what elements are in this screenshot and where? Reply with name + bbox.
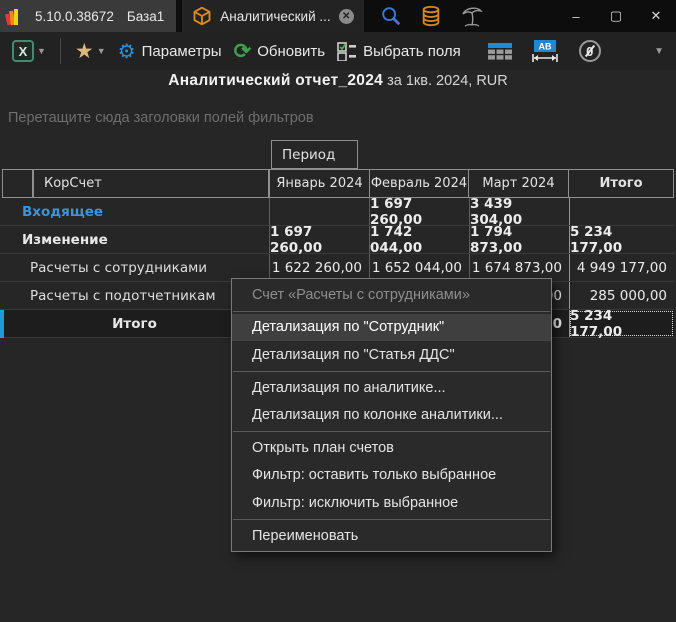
table-cell[interactable]: 5 234 177,00 [569, 226, 674, 253]
toolbar-overflow-caret-icon[interactable]: ▼ [654, 46, 670, 57]
context-menu-item[interactable]: Фильтр: исключить выбранное [232, 489, 551, 517]
maximize-button[interactable]: ▢ [596, 0, 636, 32]
table-cell[interactable]: 285 000,00 [569, 282, 674, 309]
database-name[interactable]: База1 [127, 9, 164, 24]
toolbar-separator [60, 38, 61, 64]
close-button[interactable]: ✕ [636, 0, 676, 32]
selected-row-indicator [0, 310, 4, 338]
parameters-button[interactable]: ⚙ Параметры [112, 36, 228, 66]
vacation-umbrella-icon[interactable] [460, 4, 484, 28]
excel-icon: X [12, 40, 34, 62]
table-cell[interactable]: 1 794 873,00 [469, 226, 569, 253]
row-label[interactable]: Расчеты с сотрудниками [0, 254, 269, 281]
gear-icon: ⚙ [118, 39, 136, 64]
row-label[interactable]: Изменение [0, 226, 269, 253]
table-cell[interactable]: 5 234 177,00 [569, 310, 674, 337]
context-menu-item[interactable]: Детализация по "Статья ДДС" [232, 341, 551, 369]
document-tab[interactable]: Аналитический ... ✕ [182, 0, 363, 32]
context-menu-item[interactable]: Фильтр: оставить только выбранное [232, 462, 551, 490]
column-header[interactable]: Январь 2024 [269, 169, 370, 198]
menu-separator [233, 431, 550, 432]
tab-close-icon[interactable]: ✕ [339, 9, 354, 24]
titlebar: 5.10.0.38672 База1 Аналитический ... ✕ [0, 0, 676, 32]
menu-separator [233, 371, 550, 372]
chevron-down-icon[interactable]: ▼ [97, 46, 106, 56]
column-width-button[interactable]: AB [525, 36, 565, 66]
svg-text:AB: AB [538, 42, 551, 52]
search-icon[interactable] [380, 5, 402, 27]
table-cell[interactable]: 1 674 873,00 [469, 254, 569, 281]
select-fields-button[interactable]: Выбрать поля [331, 36, 467, 66]
cube-icon [192, 6, 212, 26]
context-menu-item[interactable]: Детализация по колонке аналитики... [232, 401, 551, 429]
table-cell[interactable]: 1 742 044,00 [369, 226, 469, 253]
table-cell[interactable] [569, 198, 674, 225]
column-header[interactable]: Март 2024 [468, 169, 569, 198]
row-label[interactable]: Итого [0, 310, 269, 337]
refresh-button[interactable]: ⟳ Обновить [228, 36, 332, 66]
menu-separator [233, 519, 550, 520]
table-cell[interactable]: 1 622 260,00 [269, 254, 369, 281]
period-field-button[interactable]: Период [271, 140, 358, 169]
report-title-period: за 1кв. 2024, RUR [383, 73, 508, 89]
app-version-segment: 5.10.0.38672 База1 [0, 0, 176, 32]
context-menu-item[interactable]: Открыть план счетов [232, 434, 551, 462]
report-title-main: Аналитический отчет_2024 [168, 72, 383, 89]
app-logo-icon [4, 5, 26, 27]
filter-drop-zone[interactable]: Перетащите сюда заголовки полей фильтров [8, 110, 314, 126]
table-cell[interactable]: 1 697 260,00 [269, 226, 369, 253]
chevron-down-icon[interactable]: ▼ [37, 46, 46, 56]
column-width-icon: AB [531, 39, 559, 63]
context-menu-item[interactable]: Детализация по аналитике... [232, 374, 551, 402]
hide-zero-values-button[interactable]: 0 [573, 36, 607, 66]
column-header[interactable]: Февраль 2024 [369, 169, 469, 198]
table-cell[interactable]: 1 652 044,00 [369, 254, 469, 281]
app-window: 5.10.0.38672 База1 Аналитический ... ✕ [0, 0, 676, 622]
database-icon[interactable] [420, 5, 442, 27]
table-header-row: КорСчет Январь 2024 Февраль 2024 Март 20… [0, 169, 676, 198]
favorites-star-icon: ★ [75, 39, 94, 64]
table-cell[interactable]: 1 697 260,00 [369, 198, 469, 225]
table-cell[interactable]: 3 439 304,00 [469, 198, 569, 225]
select-fields-icon [337, 41, 357, 61]
grid-view-icon [487, 41, 513, 61]
tab-title: Аналитический ... [220, 9, 330, 24]
window-controls: – ▢ ✕ [556, 0, 676, 32]
row-label[interactable]: Расчеты с подотчетникам [0, 282, 269, 309]
toolbar: X ▼ ★ ▼ ⚙ Параметры ⟳ Обновить [0, 32, 676, 70]
table-cell[interactable] [269, 198, 369, 225]
grid-view-button[interactable] [481, 36, 519, 66]
report-title: Аналитический отчет_2024 за 1кв. 2024, R… [0, 72, 676, 90]
column-header-total[interactable]: Итого [568, 169, 674, 198]
refresh-icon: ⟳ [234, 39, 252, 64]
zero-values-icon: 0 [579, 40, 601, 62]
minimize-button[interactable]: – [556, 0, 596, 32]
korschet-field-button[interactable]: КорСчет [33, 169, 269, 198]
export-excel-button[interactable]: X ▼ [6, 36, 52, 66]
table-row[interactable]: Изменение1 697 260,001 742 044,001 794 8… [0, 226, 674, 254]
app-version: 5.10.0.38672 [35, 9, 114, 24]
favorites-button[interactable]: ★ ▼ [69, 36, 112, 66]
table-row[interactable]: Входящее 1 697 260,003 439 304,00 [0, 198, 674, 226]
context-menu: Счет «Расчеты с сотрудниками» Детализация… [231, 278, 552, 552]
context-menu-item[interactable]: Детализация по "Сотрудник" [232, 314, 551, 342]
table-cell[interactable]: 4 949 177,00 [569, 254, 674, 281]
row-selector-header-cell[interactable] [2, 169, 33, 198]
row-label[interactable]: Входящее [0, 198, 269, 225]
context-menu-item: Счет «Расчеты с сотрудниками» [232, 281, 551, 309]
context-menu-item[interactable]: Переименовать [232, 522, 551, 550]
menu-separator [233, 311, 550, 312]
